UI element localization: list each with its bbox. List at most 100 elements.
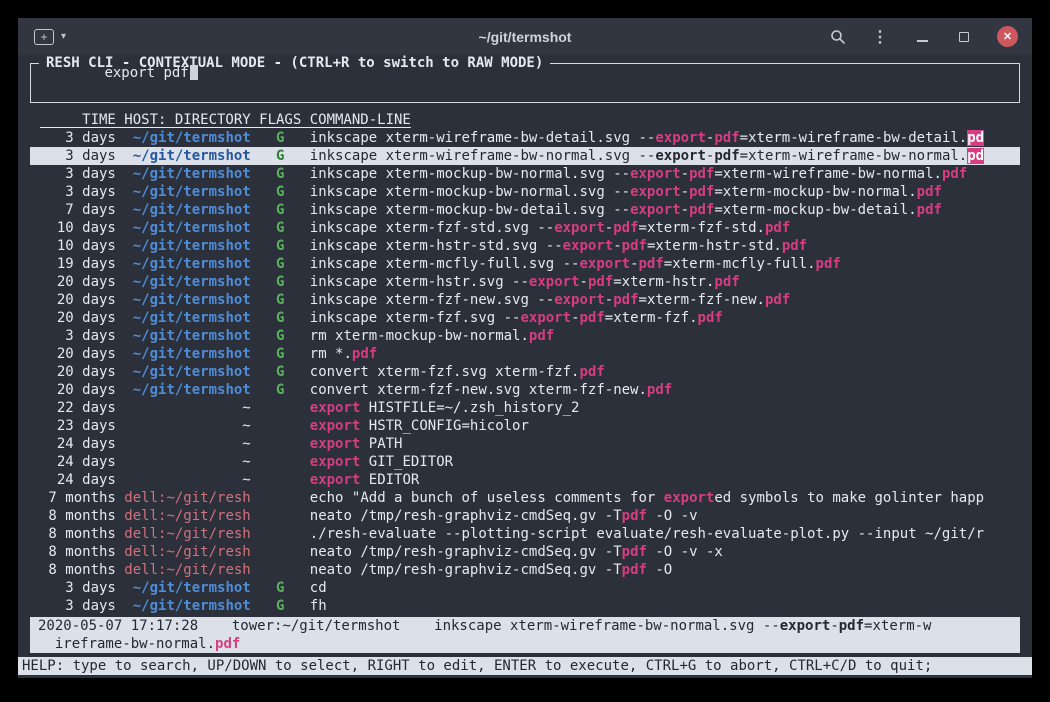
row-flags: G [259, 382, 301, 398]
row-host: ~/git/termshot [124, 220, 250, 236]
row-command: export PATH [310, 436, 403, 452]
row-time: 20 days [40, 274, 116, 290]
history-row[interactable]: 10 days ~/git/termshot G inkscape xterm-… [30, 237, 1020, 255]
row-time: 19 days [40, 256, 116, 272]
row-host: ~/git/termshot [124, 202, 250, 218]
history-row[interactable]: 8 months dell:~/git/resh ./resh-evaluate… [30, 525, 1020, 543]
help-bar: HELP: type to search, UP/DOWN to select,… [18, 657, 1032, 675]
table-header: TIME HOST: DIRECTORY FLAGS COMMAND-LINE [30, 111, 1020, 129]
history-row[interactable]: 3 days ~/git/termshot G inkscape xterm-w… [30, 129, 1020, 147]
row-host: ~/git/termshot [124, 382, 250, 398]
row-host: ~/git/termshot [124, 184, 250, 200]
detail-line: ireframe-bw-normal.pdf [38, 635, 1020, 653]
history-row[interactable]: 7 days ~/git/termshot G inkscape xterm-m… [30, 201, 1020, 219]
row-host: ~/git/termshot [124, 130, 250, 146]
row-time: 3 days [40, 328, 116, 344]
row-host: ~ [124, 436, 250, 452]
row-time: 8 months [40, 562, 116, 578]
row-host: dell:~/git/resh [124, 490, 250, 506]
history-row[interactable]: 3 days ~/git/termshot G inkscape xterm-m… [30, 183, 1020, 201]
history-row[interactable]: 20 days ~/git/termshot G convert xterm-f… [30, 363, 1020, 381]
row-flags [259, 400, 301, 416]
row-flags [259, 544, 301, 560]
terminal-content[interactable]: RESH CLI - CONTEXTUAL MODE - (CTRL+R to … [18, 55, 1032, 678]
row-command: rm xterm-mockup-bw-normal.pdf [310, 328, 554, 344]
new-tab-icon: + [40, 31, 47, 43]
history-row[interactable]: 20 days ~/git/termshot G convert xterm-f… [30, 381, 1020, 399]
row-time: 3 days [40, 184, 116, 200]
row-time: 3 days [40, 580, 116, 596]
history-row[interactable]: 20 days ~/git/termshot G inkscape xterm-… [30, 273, 1020, 291]
history-row[interactable]: 10 days ~/git/termshot G inkscape xterm-… [30, 219, 1020, 237]
restore-icon [959, 32, 969, 42]
history-row[interactable]: 3 days ~/git/termshot G rm xterm-mockup-… [30, 327, 1020, 345]
row-command: fh [310, 598, 327, 614]
row-time: 20 days [40, 292, 116, 308]
row-host: ~/git/termshot [124, 238, 250, 254]
history-row[interactable]: 24 days ~ export GIT_EDITOR [30, 453, 1020, 471]
history-row[interactable]: 24 days ~ export EDITOR [30, 471, 1020, 489]
row-host: ~ [124, 418, 250, 434]
history-row[interactable]: 19 days ~/git/termshot G inkscape xterm-… [30, 255, 1020, 273]
history-row[interactable]: 24 days ~ export PATH [30, 435, 1020, 453]
history-row[interactable]: 20 days ~/git/termshot G rm *.pdf [30, 345, 1020, 363]
row-time: 24 days [40, 454, 116, 470]
row-host: ~ [124, 472, 250, 488]
row-time: 10 days [40, 238, 116, 254]
row-flags: G [259, 202, 301, 218]
row-time: 8 months [40, 544, 116, 560]
history-row[interactable]: 3 days ~/git/termshot G cd [30, 579, 1020, 597]
search-query: export pdf [104, 65, 188, 81]
row-command: export EDITOR [310, 472, 420, 488]
row-command: export GIT_EDITOR [310, 454, 453, 470]
menu-icon[interactable]: ⋮ [871, 28, 889, 46]
row-time: 7 months [40, 490, 116, 506]
row-flags [259, 562, 301, 578]
row-command: inkscape xterm-hstr.svg --export-pdf=xte… [310, 274, 740, 290]
close-button[interactable]: ✕ [997, 26, 1018, 47]
row-flags: G [259, 328, 301, 344]
selected-command-detail: 2020-05-07 17:17:28 tower:~/git/termshot… [30, 617, 1020, 653]
row-flags [259, 472, 301, 488]
row-host: ~ [124, 400, 250, 416]
row-command: rm *.pdf [310, 346, 377, 362]
search-input[interactable]: export pdf [37, 55, 198, 100]
history-row[interactable]: 22 days ~ export HISTFILE=~/.zsh_history… [30, 399, 1020, 417]
row-command: inkscape xterm-fzf.svg --export-pdf=xter… [310, 310, 723, 326]
row-command: cd [310, 580, 327, 596]
new-tab-button[interactable]: + [34, 29, 54, 45]
row-flags: G [259, 220, 301, 236]
minimize-button[interactable] [913, 28, 931, 46]
history-row[interactable]: 20 days ~/git/termshot G inkscape xterm-… [30, 309, 1020, 327]
row-flags: G [259, 364, 301, 380]
history-row[interactable]: 7 months dell:~/git/resh echo "Add a bun… [30, 489, 1020, 507]
history-row[interactable]: 20 days ~/git/termshot G inkscape xterm-… [30, 291, 1020, 309]
row-host: ~/git/termshot [124, 274, 250, 290]
chevron-down-icon[interactable]: ▾ [61, 31, 66, 42]
history-row[interactable]: 3 days ~/git/termshot G inkscape xterm-w… [30, 147, 1020, 165]
row-time: 20 days [40, 364, 116, 380]
row-time: 24 days [40, 436, 116, 452]
row-command: inkscape xterm-fzf-std.svg --export-pdf=… [310, 220, 790, 236]
search-box: RESH CLI - CONTEXTUAL MODE - (CTRL+R to … [30, 63, 1020, 103]
row-command: ./resh-evaluate --plotting-script evalua… [310, 526, 984, 542]
row-flags: G [259, 346, 301, 362]
row-host: ~/git/termshot [124, 310, 250, 326]
history-row[interactable]: 8 months dell:~/git/resh neato /tmp/resh… [30, 507, 1020, 525]
history-row[interactable]: 23 days ~ export HSTR_CONFIG=hicolor [30, 417, 1020, 435]
restore-button[interactable] [955, 28, 973, 46]
row-command: neato /tmp/resh-graphviz-cmdSeq.gv -Tpdf… [310, 562, 672, 578]
row-command: inkscape xterm-mockup-bw-normal.svg --ex… [310, 166, 967, 182]
history-row[interactable]: 3 days ~/git/termshot G inkscape xterm-m… [30, 165, 1020, 183]
row-flags: G [259, 184, 301, 200]
row-flags [259, 454, 301, 470]
history-row[interactable]: 3 days ~/git/termshot G fh [30, 597, 1020, 615]
search-icon[interactable] [829, 28, 847, 46]
row-command: inkscape xterm-mockup-bw-detail.svg --ex… [310, 202, 942, 218]
history-table: TIME HOST: DIRECTORY FLAGS COMMAND-LINE … [30, 111, 1020, 615]
row-flags: G [259, 580, 301, 596]
history-row[interactable]: 8 months dell:~/git/resh neato /tmp/resh… [30, 543, 1020, 561]
row-flags: G [259, 166, 301, 182]
row-command: convert xterm-fzf.svg xterm-fzf.pdf [310, 364, 605, 380]
history-row[interactable]: 8 months dell:~/git/resh neato /tmp/resh… [30, 561, 1020, 579]
